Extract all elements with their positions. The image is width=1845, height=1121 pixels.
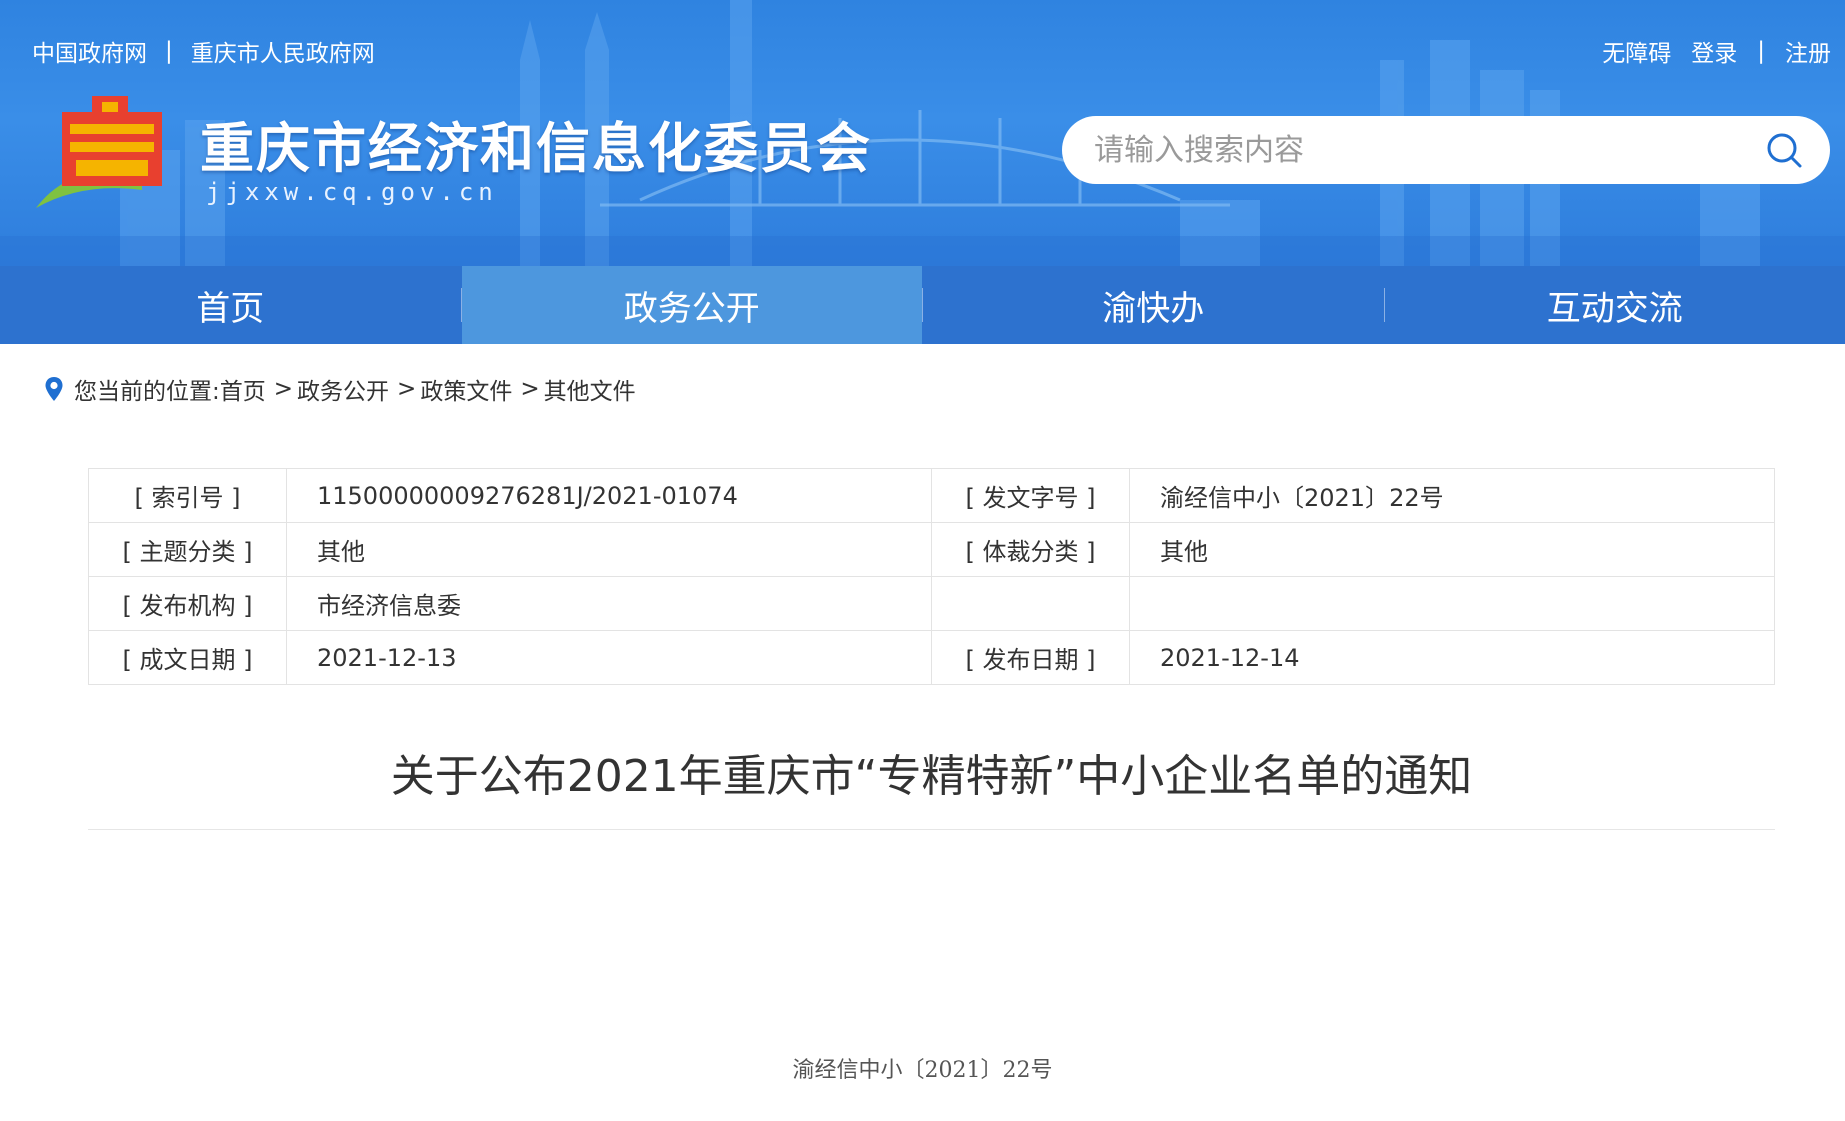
meta-value-empty bbox=[1129, 576, 1775, 631]
meta-value-issuing-agency: 市经济信息委 bbox=[286, 576, 932, 631]
breadcrumb-separator: > bbox=[520, 376, 540, 402]
meta-label-document-number: [ 发文字号 ] bbox=[931, 468, 1130, 523]
main-nav: 首页 政务公开 渝快办 互动交流 bbox=[0, 266, 1845, 344]
location-pin-icon bbox=[45, 377, 63, 401]
breadcrumb-item-government-affairs[interactable]: 政务公开 bbox=[297, 372, 389, 406]
nav-label: 互动交流 bbox=[1546, 288, 1683, 329]
meta-value-publish-date: 2021-12-14 bbox=[1129, 630, 1775, 685]
breadcrumb-item-home[interactable]: 首页 bbox=[220, 372, 266, 406]
nav-item-interaction[interactable]: 互动交流 bbox=[1385, 266, 1845, 344]
login-link[interactable]: 登录 bbox=[1691, 34, 1737, 68]
meta-label-issuing-agency: [ 发布机构 ] bbox=[88, 576, 287, 631]
breadcrumb-item-policy-documents[interactable]: 政策文件 bbox=[420, 372, 512, 406]
breadcrumb: 您当前的位置: 首页 > 政务公开 > 政策文件 > 其他文件 bbox=[44, 372, 636, 406]
top-links-left: 中国政府网 | 重庆市人民政府网 bbox=[32, 34, 375, 68]
breadcrumb-prefix: 您当前的位置: bbox=[74, 379, 220, 405]
meta-value-written-date: 2021-12-13 bbox=[286, 630, 932, 685]
nav-label: 渝快办 bbox=[1102, 288, 1205, 329]
link-chongqing-gov[interactable]: 重庆市人民政府网 bbox=[191, 34, 375, 68]
breadcrumb-item-other-documents[interactable]: 其他文件 bbox=[544, 372, 636, 406]
document-meta-table: [ 索引号 ] 11500000009276281J/2021-01074 [ … bbox=[88, 468, 1775, 685]
site-domain: jjxxw.cq.gov.cn bbox=[206, 178, 498, 206]
breadcrumb-separator: > bbox=[397, 376, 417, 402]
meta-label-written-date: [ 成文日期 ] bbox=[88, 630, 287, 685]
nav-item-yukuaiban[interactable]: 渝快办 bbox=[923, 266, 1384, 344]
header-banner: 中国政府网 | 重庆市人民政府网 无障碍 登录 | 注册 重庆市经济和信息化委员… bbox=[0, 0, 1845, 266]
meta-label-genre-category: [ 体裁分类 ] bbox=[931, 522, 1130, 577]
register-link[interactable]: 注册 bbox=[1785, 34, 1831, 68]
meta-value-index-number: 11500000009276281J/2021-01074 bbox=[286, 468, 932, 523]
search-icon[interactable] bbox=[1764, 130, 1804, 170]
meta-value-topic-category: 其他 bbox=[286, 522, 932, 577]
site-title[interactable]: 重庆市经济和信息化委员会 bbox=[200, 104, 872, 183]
table-row: [ 成文日期 ] 2021-12-13 [ 发布日期 ] 2021-12-14 bbox=[88, 630, 1775, 685]
title-divider bbox=[88, 829, 1775, 830]
top-links-right: 无障碍 登录 | 注册 bbox=[1602, 34, 1831, 68]
nav-label: 政务公开 bbox=[623, 288, 760, 329]
nav-item-home[interactable]: 首页 bbox=[0, 266, 461, 344]
breadcrumb-separator: > bbox=[273, 376, 294, 402]
meta-value-document-number: 渝经信中小〔2021〕22号 bbox=[1129, 468, 1775, 523]
table-row: [ 发布机构 ] 市经济信息委 bbox=[88, 576, 1775, 631]
meta-label-empty bbox=[931, 576, 1130, 631]
table-row: [ 主题分类 ] 其他 [ 体裁分类 ] 其他 bbox=[88, 522, 1775, 577]
nav-item-government-affairs[interactable]: 政务公开 bbox=[461, 266, 922, 344]
meta-label-index-number: [ 索引号 ] bbox=[88, 468, 287, 523]
meta-value-genre-category: 其他 bbox=[1129, 522, 1775, 577]
table-row: [ 索引号 ] 11500000009276281J/2021-01074 [ … bbox=[88, 468, 1775, 523]
site-logo-icon[interactable] bbox=[32, 90, 182, 210]
article-title: 关于公布2021年重庆市“专精特新”中小企业名单的通知 bbox=[390, 751, 1473, 802]
nav-label: 首页 bbox=[196, 288, 265, 329]
top-link-separator: | bbox=[1757, 38, 1765, 64]
accessibility-link[interactable]: 无障碍 bbox=[1602, 34, 1671, 68]
meta-label-topic-category: [ 主题分类 ] bbox=[88, 522, 287, 577]
article-document-number: 渝经信中小〔2021〕22号 bbox=[792, 1058, 1053, 1083]
link-china-gov[interactable]: 中国政府网 bbox=[32, 34, 147, 68]
top-link-separator: | bbox=[165, 38, 173, 64]
search-box bbox=[1062, 116, 1830, 184]
meta-label-publish-date: [ 发布日期 ] bbox=[931, 630, 1130, 685]
search-input[interactable] bbox=[1094, 132, 1764, 168]
